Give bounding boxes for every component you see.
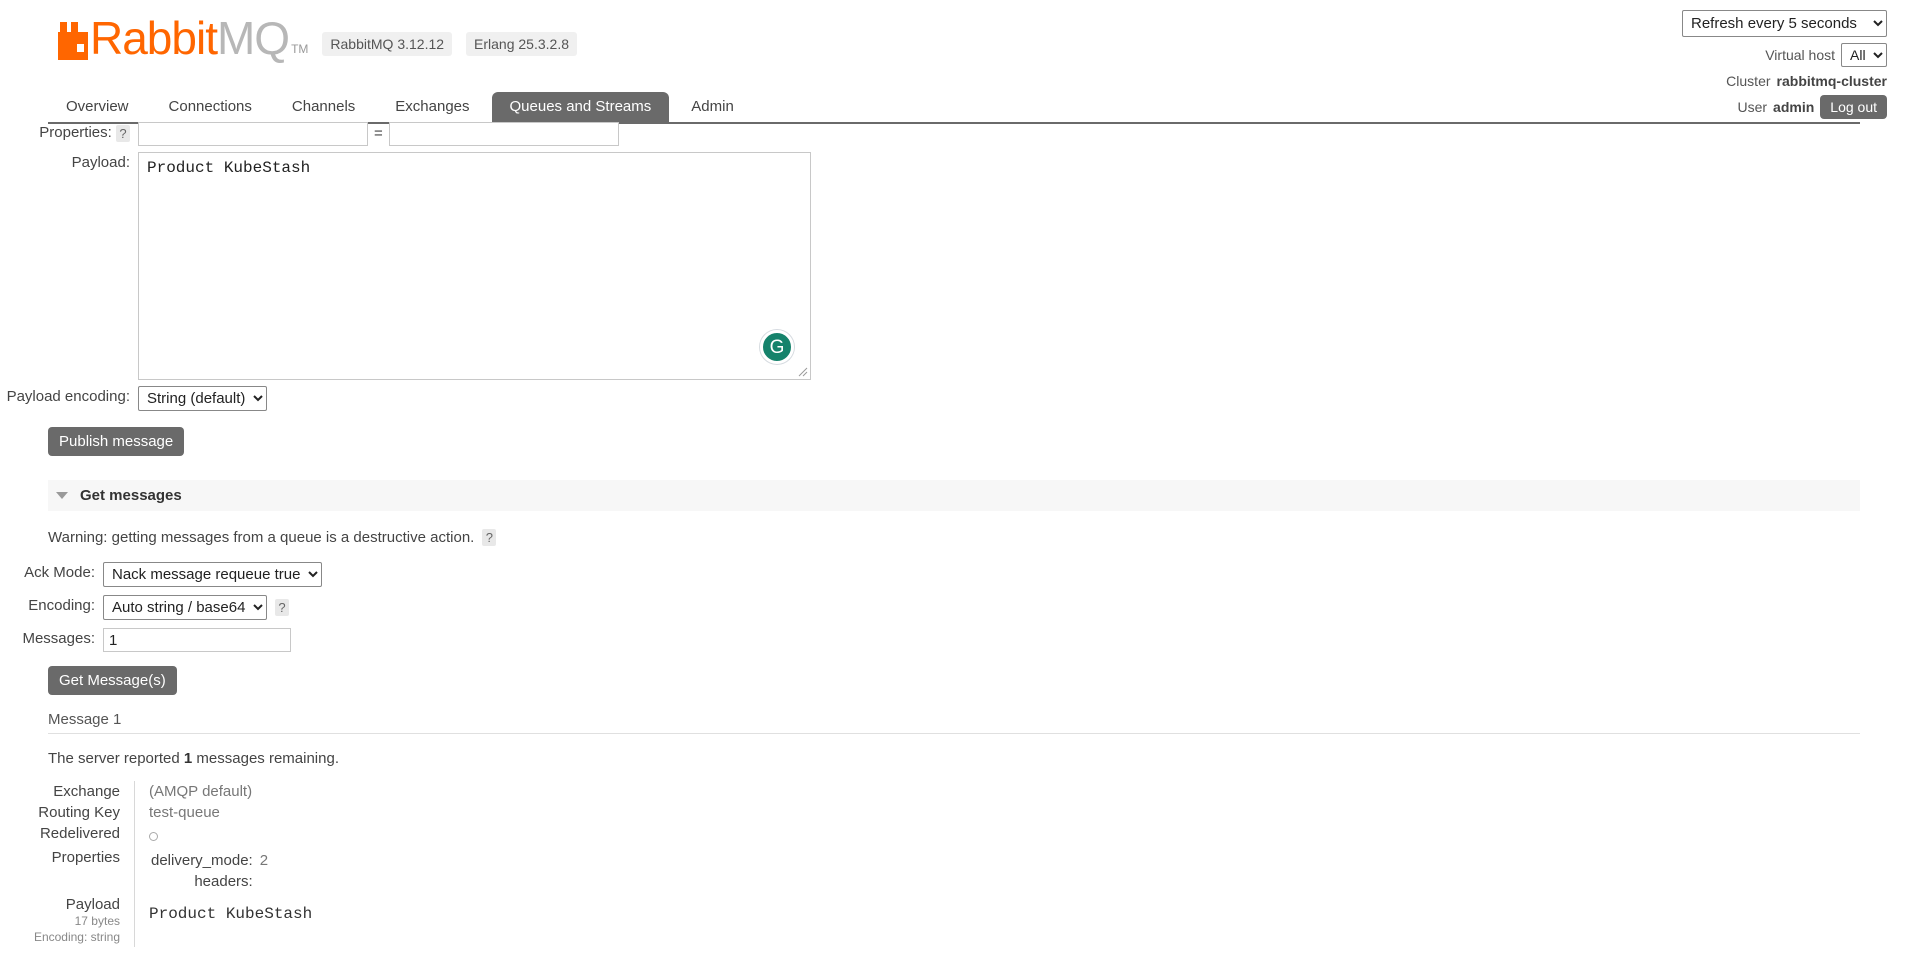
payload-encoding-label: Payload encoding: [6,388,130,405]
properties-detail-key: Properties [51,849,120,866]
chevron-down-icon[interactable] [56,492,68,499]
payload-detail-value: Product KubeStash [134,895,313,947]
property-value: 2 [259,852,269,869]
nav-tab-label: Overview [66,98,129,115]
encoding-label: Encoding: [28,597,95,614]
nav-tab-label: Queues and Streams [509,98,652,115]
nav-tab-admin[interactable]: Admin [673,92,752,122]
get-messages-section-header[interactable]: Get messages [48,480,1860,511]
encoding-row: Encoding: Auto string / base64base64 ? [0,595,1905,620]
rabbitmq-version-badge: RabbitMQ 3.12.12 [322,32,453,56]
rabbit-logo-icon [58,22,88,60]
warning-text: Warning: getting messages from a queue i… [48,529,475,546]
logo-text-mq: MQ [216,12,290,64]
detail-key: Exchange [53,783,120,800]
grammarly-icon[interactable]: G [760,330,794,364]
logo-wordmark: RabbitMQ [90,15,290,61]
nav-tab-connections[interactable]: Connections [151,92,270,122]
cluster-label: Cluster [1726,73,1771,89]
properties-help-icon[interactable]: ? [116,124,130,142]
property-name: headers: [194,873,253,890]
ack-mode-select[interactable]: Nack message requeue trueAutomatic ackRe… [103,562,322,587]
page-header: RabbitMQ TM RabbitMQ 3.12.12 Erlang 25.3… [0,0,1905,124]
table-row: Routing Key test-queue [0,802,313,823]
message-properties-table: delivery_mode: 2 headers: [149,849,270,893]
payload-textarea[interactable] [138,152,811,380]
nav-tab-label: Connections [168,98,252,115]
vhost-label: Virtual host [1765,47,1835,63]
virtual-host-select[interactable]: All/ [1841,43,1887,67]
nav-tab-overview[interactable]: Overview [48,92,147,122]
property-name: delivery_mode: [151,852,253,869]
table-row: Redelivered [0,823,313,847]
warning-help-icon[interactable]: ? [482,529,497,546]
property-value-input[interactable] [388,122,619,146]
rabbitmq-logo[interactable]: RabbitMQ TM RabbitMQ 3.12.12 Erlang 25.3… [58,15,577,61]
nav-tab-label: Channels [291,98,356,115]
detail-value: (AMQP default) [134,781,313,802]
get-messages-title: Get messages [80,487,182,504]
remaining-count: 1 [183,750,193,767]
properties-label: Properties: ? [0,122,138,144]
detail-value: test-queue [134,802,313,823]
properties-label-text: Properties: [39,124,112,141]
messages-remaining-text: The server reported 1 messages remaining… [48,750,1905,767]
message-details-table: Exchange (AMQP default) Routing Key test-qu… [0,781,313,947]
nav-tab-channels[interactable]: Channels [274,92,373,122]
logo-trademark: TM [291,42,309,56]
ack-mode-row: Ack Mode: Nack message requeue trueAutom… [0,562,1905,587]
payload-encoding-info: Encoding: string [33,930,120,944]
logo-text-rabbit: Rabbit [90,12,218,64]
list-item: headers: [151,872,268,891]
payload-key-title: Payload [65,896,120,913]
property-key-input[interactable] [138,122,368,146]
detail-key: Redelivered [39,825,120,842]
remaining-suffix: messages remaining. [196,750,339,767]
payload-label: Payload: [71,154,130,171]
detail-value [134,823,313,847]
table-row: Properties delivery_mode: 2 headers: [0,847,313,895]
destructive-action-warning: Warning: getting messages from a queue i… [48,529,1905,546]
refresh-interval-select[interactable]: Refresh every 5 secondsRefresh every 10 … [1682,10,1887,37]
payload-encoding-row: Payload encoding: String (default)Base64 [0,386,1905,411]
table-row: Exchange (AMQP default) [0,781,313,802]
payload-editor-wrapper: G [138,152,811,380]
payload-size: 17 bytes [74,914,120,928]
publish-message-button[interactable]: Publish message [48,427,185,456]
equals-separator: = [374,125,383,142]
main-content: Properties: ? = Payload: G Payload encod… [0,122,1905,947]
redelivered-circle-icon [149,832,158,841]
properties-row: Properties: ? = [0,122,1905,146]
list-item: delivery_mode: 2 [151,851,268,870]
nav-tab-queues-and-streams[interactable]: Queues and Streams [491,92,670,122]
properties-detail-value: delivery_mode: 2 headers: [134,847,313,895]
main-navigation-tabs: Overview Connections Channels Exchanges Queu… [48,92,1860,124]
grammarly-letter: G [769,336,785,358]
messages-count-input[interactable] [103,628,291,652]
messages-count-row: Messages: [0,628,1905,652]
nav-tab-label: Exchanges [395,98,470,115]
nav-tab-label: Admin [691,98,734,115]
nav-tab-exchanges[interactable]: Exchanges [377,92,487,122]
property-value [260,872,268,891]
encoding-help-icon[interactable]: ? [275,599,289,616]
payload-detail-key: Payload 17 bytes Encoding: string [0,895,135,947]
payload-encoding-select[interactable]: String (default)Base64 [138,386,267,411]
payload-row: Payload: G [0,152,1905,380]
get-encoding-select[interactable]: Auto string / base64base64 [103,595,267,620]
table-row: Payload 17 bytes Encoding: string Product K… [0,895,313,947]
cluster-name: rabbitmq-cluster [1776,73,1887,89]
detail-key: Routing Key [38,804,120,821]
get-messages-button[interactable]: Get Message(s) [48,666,177,695]
message-result-title: Message 1 [48,711,1860,734]
ack-mode-label: Ack Mode: [24,564,95,581]
messages-label: Messages: [22,630,95,647]
remaining-prefix: The server reported [48,750,180,767]
erlang-version-badge: Erlang 25.3.2.8 [466,32,577,56]
